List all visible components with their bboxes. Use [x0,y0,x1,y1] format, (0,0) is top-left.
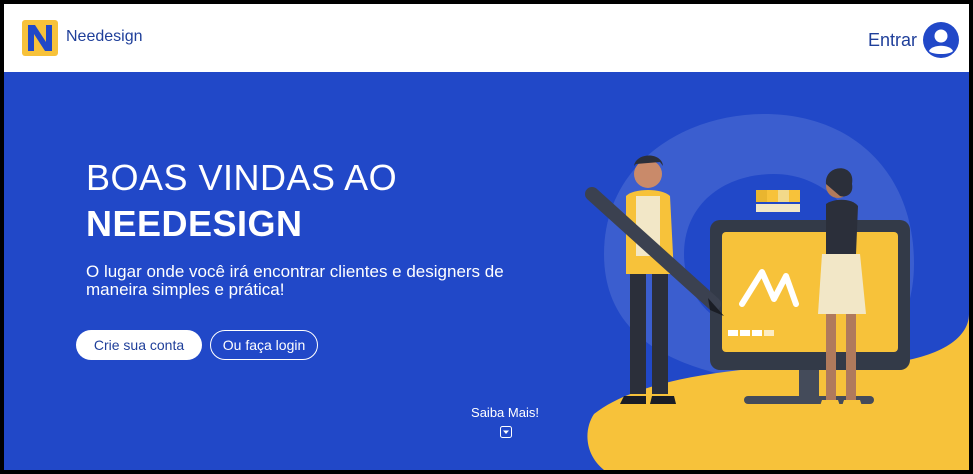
user-avatar-icon[interactable] [923,22,959,58]
hero-subtitle: O lugar onde você irá encontrar clientes… [86,262,504,299]
login-button[interactable]: Ou faça login [210,330,318,360]
brand-name[interactable]: Needesign [66,28,143,46]
learn-more-link[interactable]: Saiba Mais! [470,405,540,420]
needesign-logo-icon[interactable] [22,20,58,56]
designers-illustration [585,114,969,470]
top-navbar: Needesign Entrar [4,4,969,72]
create-account-button[interactable]: Crie sua conta [76,330,202,360]
hero-title-line2: NEEDESIGN [86,203,303,244]
chevron-down-icon[interactable] [500,426,512,438]
hero-title-line1: BOAS VINDAS AO [86,157,398,198]
login-link[interactable]: Entrar [868,30,917,51]
browser-viewport: Needesign Entrar BOAS VINDAS AO NEEDESIG… [4,4,969,470]
hero-section: BOAS VINDAS AO NEEDESIGN O lugar onde vo… [4,72,969,470]
